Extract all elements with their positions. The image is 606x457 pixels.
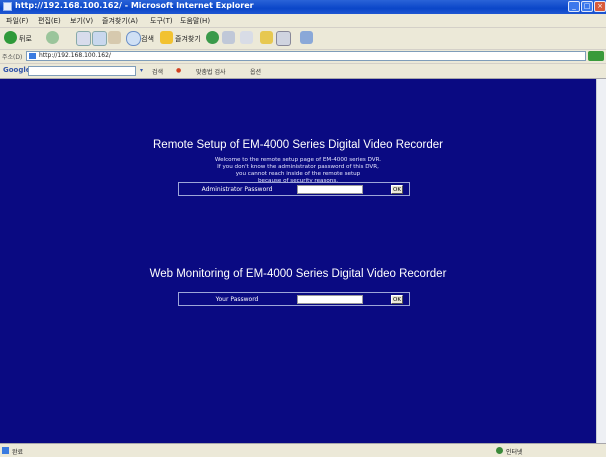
menu-bar: 파일(F) 편집(E) 보기(V) 즐겨찾기(A) 도구(T) 도움말(H) xyxy=(0,14,606,28)
google-search-icon[interactable]: ▾ xyxy=(140,67,143,74)
page-content: Remote Setup of EM-4000 Series Digital V… xyxy=(0,79,596,443)
refresh-icon[interactable] xyxy=(92,31,107,46)
your-password-label: Your Password xyxy=(215,296,259,303)
popup-block-icon[interactable]: ● xyxy=(176,67,181,74)
mail-icon[interactable] xyxy=(222,31,235,44)
welcome-line-1: Welcome to the remote setup page of EM-4… xyxy=(214,157,382,163)
window-title: http://192.168.100.162/ - Microsoft Inte… xyxy=(15,1,254,10)
vertical-scrollbar[interactable] xyxy=(596,79,606,443)
web-monitoring-title: Web Monitoring of EM-4000 Series Digital… xyxy=(149,268,447,280)
your-password-row: Your Password OK xyxy=(178,292,410,306)
stop-icon[interactable] xyxy=(76,31,91,46)
print-icon[interactable] xyxy=(240,31,253,44)
admin-password-label: Administrator Password xyxy=(201,186,273,193)
options-button[interactable]: 옵션 xyxy=(250,67,261,76)
address-label: 주소(D) xyxy=(2,54,23,61)
google-toolbar: Google ▾ 검색 ● 맞춤법 검사 옵션 xyxy=(0,64,606,79)
page-status-icon xyxy=(2,447,9,454)
go-button[interactable] xyxy=(588,51,604,61)
history-icon[interactable] xyxy=(206,31,219,44)
messenger-icon[interactable] xyxy=(300,31,313,44)
page-icon xyxy=(29,53,36,59)
menu-view[interactable]: 보기(V) xyxy=(70,16,93,26)
google-logo[interactable]: Google xyxy=(3,66,31,74)
admin-password-input[interactable] xyxy=(297,185,363,194)
menu-edit[interactable]: 편집(E) xyxy=(38,16,61,26)
menu-tools[interactable]: 도구(T) xyxy=(150,16,173,26)
address-field[interactable]: http://192.168.100.162/ xyxy=(26,51,586,61)
title-bar: http://192.168.100.162/ - Microsoft Inte… xyxy=(0,0,606,14)
your-password-input[interactable] xyxy=(297,295,363,304)
menu-file[interactable]: 파일(F) xyxy=(6,16,28,26)
minimize-button[interactable]: _ xyxy=(568,1,580,12)
search-icon[interactable] xyxy=(126,31,141,46)
document-icon[interactable] xyxy=(276,31,291,46)
search-label[interactable]: 검색 xyxy=(141,34,154,44)
welcome-line-3: you cannot reach inside of the remote se… xyxy=(235,171,361,177)
security-zone-label: 인터넷 xyxy=(506,449,523,456)
admin-password-row: Administrator Password OK xyxy=(178,182,410,196)
google-search-button[interactable]: 검색 xyxy=(152,67,163,76)
folder-icon[interactable] xyxy=(260,31,273,44)
menu-favorites[interactable]: 즐겨찾기(A) xyxy=(102,16,138,26)
favorites-icon[interactable] xyxy=(160,31,173,44)
maximize-button[interactable]: □ xyxy=(581,1,593,12)
back-label[interactable]: 뒤로 xyxy=(19,34,32,44)
forward-icon[interactable] xyxy=(46,31,59,44)
toolbar: 뒤로 검색 즐겨찾기 xyxy=(0,28,606,50)
favorites-label[interactable]: 즐겨찾기 xyxy=(175,34,201,44)
remote-setup-title: Remote Setup of EM-4000 Series Digital V… xyxy=(153,139,443,151)
internet-zone-icon xyxy=(496,447,503,454)
welcome-line-2: If you don't know the administrator pass… xyxy=(217,164,379,170)
address-url[interactable]: http://192.168.100.162/ xyxy=(39,52,111,59)
menu-help[interactable]: 도움말(H) xyxy=(180,16,210,26)
your-ok-button[interactable]: OK xyxy=(391,295,403,304)
address-bar: 주소(D) http://192.168.100.162/ xyxy=(0,50,606,64)
home-icon[interactable] xyxy=(108,31,121,44)
status-text: 완료 xyxy=(12,449,24,456)
spell-check-button[interactable]: 맞춤법 검사 xyxy=(196,67,226,76)
close-button[interactable]: × xyxy=(594,1,606,12)
admin-ok-button[interactable]: OK xyxy=(391,185,403,194)
google-search-input[interactable] xyxy=(28,66,136,76)
status-bar: 완료 인터넷 xyxy=(0,443,606,457)
ie-icon xyxy=(3,2,12,11)
back-icon[interactable] xyxy=(4,31,17,44)
